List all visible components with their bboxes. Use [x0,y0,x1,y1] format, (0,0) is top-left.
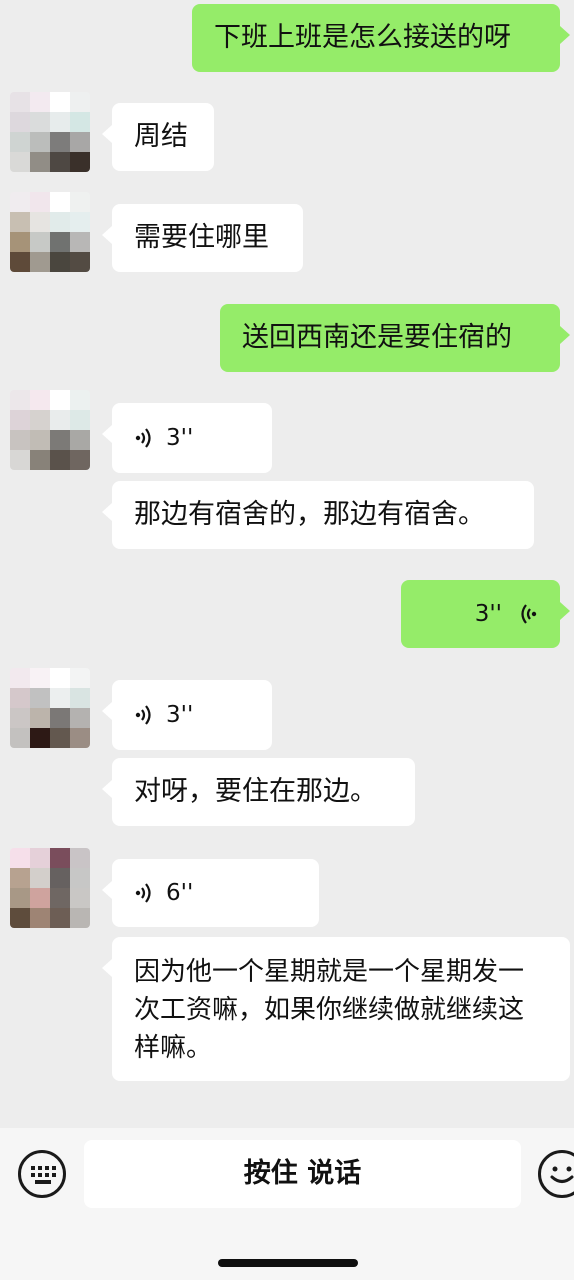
message-bubble-sent[interactable]: 送回西南还是要住宿的 [220,304,570,372]
voice-duration: 3'' [474,601,502,627]
message-bubble-sent[interactable]: 下班上班是怎么接送的呀 [192,4,570,72]
voice-message-received[interactable]: 3'' [102,680,272,750]
avatar[interactable] [10,92,90,172]
emoji-icon[interactable] [538,1150,574,1198]
home-indicator [218,1259,358,1267]
message-bubble-received[interactable]: 需要住哪里 [102,204,303,272]
voice-duration: 3'' [166,702,194,728]
keyboard-icon[interactable] [18,1150,66,1198]
message-text: 对呀，要住在那边。 [134,776,377,807]
message-text: 因为他一个星期就是一个星期发一次工资嘛，如果你继续做就继续这样嘛。 [134,957,525,1063]
message-text: 需要住哪里 [134,222,269,253]
message-bubble-received[interactable]: 对呀，要住在那边。 [102,758,415,826]
hold-to-talk-button[interactable]: 按住 说话 [84,1140,521,1208]
avatar[interactable] [10,848,90,928]
avatar[interactable] [10,668,90,748]
hold-to-talk-label: 按住 说话 [243,1158,362,1189]
voice-wave-icon [135,705,151,725]
voice-duration: 3'' [166,425,194,451]
message-text: 周结 [134,121,188,152]
avatar[interactable] [10,192,90,272]
message-text: 下班上班是怎么接送的呀 [214,22,511,53]
avatar[interactable] [10,390,90,470]
voice-message-received[interactable]: 3'' [102,403,272,473]
message-text: 那边有宿舍的，那边有宿舍。 [134,499,485,530]
message-bubble-received[interactable]: 因为他一个星期就是一个星期发一次工资嘛，如果你继续做就继续这样嘛。 [102,937,570,1081]
message-text: 送回西南还是要住宿的 [242,322,512,353]
message-bubble-received[interactable]: 周结 [102,103,214,171]
voice-message-received[interactable]: 6'' [102,859,319,927]
voice-duration: 6'' [166,880,194,906]
voice-wave-icon [135,883,151,903]
voice-wave-icon [521,604,537,624]
voice-wave-icon [135,428,151,448]
voice-message-sent[interactable]: 3'' [401,580,570,648]
message-bubble-received[interactable]: 那边有宿舍的，那边有宿舍。 [102,481,534,549]
